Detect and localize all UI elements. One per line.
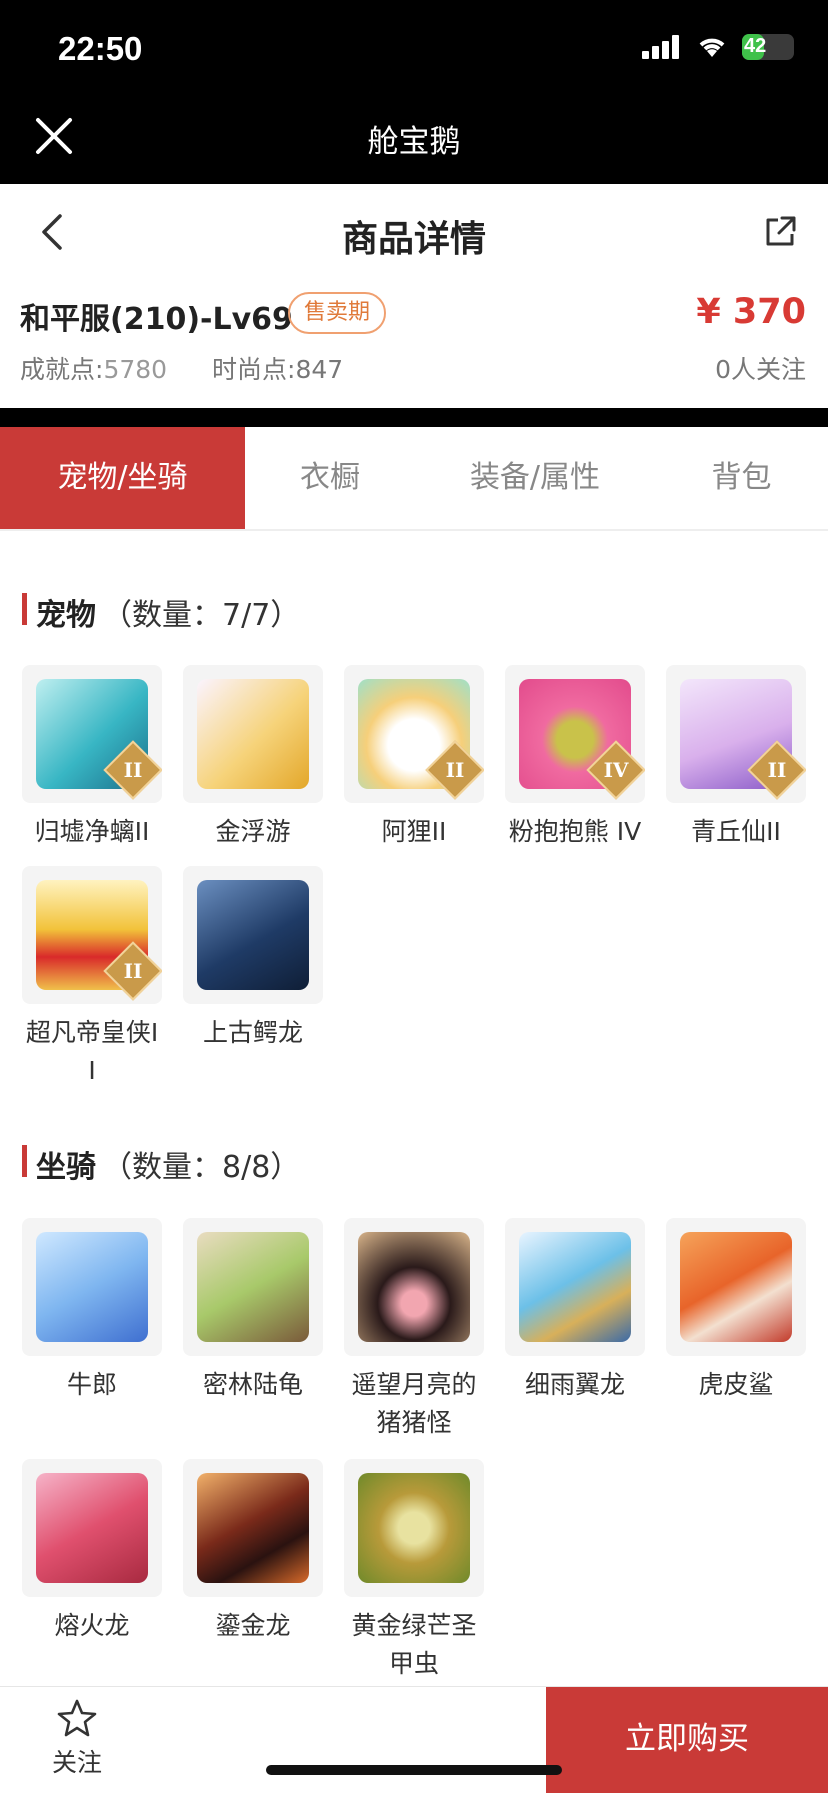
mount-item[interactable]: 遥望月亮的猪猪怪 [344,1218,484,1442]
battery-icon: 42 [742,34,794,60]
section-marker [22,1145,27,1177]
server-level: 和平服(210)-Lv69 [20,302,293,337]
pet-item[interactable]: II 超凡帝皇侠II [22,866,162,1090]
mount-thumbnail [344,1459,484,1597]
app-title: 舱宝鹅 [367,124,461,160]
mount-item[interactable]: 熔火龙 [22,1459,162,1645]
divider [0,408,828,427]
pet-thumbnail: II [344,665,484,803]
price: ¥ 370 [696,292,806,332]
mount-item[interactable]: 密林陆龟 [183,1218,323,1404]
pet-item[interactable]: 金浮游 [183,665,323,851]
mount-item[interactable]: 鎏金龙 [183,1459,323,1645]
tab-pets-mounts[interactable]: 宠物/坐骑 [0,427,245,529]
status-icons: 42 [642,34,794,60]
mount-name: 虎皮鲨 [698,1370,774,1399]
pet-item[interactable]: II 阿狸II [344,665,484,851]
fashion-value: 847 [295,355,344,384]
pet-thumbnail: II [22,665,162,803]
pet-thumbnail: II [666,665,806,803]
home-indicator [266,1765,562,1775]
pet-name: 金浮游 [215,817,291,846]
fashion-points: 时尚点:847 [212,350,343,386]
mount-item[interactable]: 细雨翼龙 [505,1218,645,1404]
status-badge: 售卖期 [288,292,387,334]
pet-item[interactable]: II 归墟净螭II [22,665,162,851]
mount-name: 鎏金龙 [215,1611,291,1640]
wifi-icon [699,38,725,57]
pet-item[interactable]: 上古鳄龙 [183,866,323,1052]
battery-level: 42 [744,35,767,57]
pet-item[interactable]: II 青丘仙II [666,665,806,851]
bottom-bar: 关注 立即购买 [0,1686,828,1793]
mount-thumbnail [344,1218,484,1356]
achievement-points: 成就点:5780 [20,350,167,386]
pet-name: 青丘仙II [691,817,781,846]
mount-item[interactable]: 黄金绿芒圣甲虫 [344,1459,484,1683]
follower-count: 0人关注 [715,355,806,384]
share-icon[interactable] [762,214,798,250]
mount-name: 遥望月亮的猪猪怪 [351,1370,477,1437]
tab-bar: 宠物/坐骑 衣橱 装备/属性 背包 [0,427,828,531]
tab-equipment[interactable]: 装备/属性 [415,427,655,529]
achievement-label: 成就点: [20,355,104,384]
pets-title: 宠物 [36,598,96,633]
mounts-count: （数量：8/8） [102,1150,301,1185]
pet-name: 阿狸II [381,817,447,846]
follow-button[interactable]: 关注 [40,1699,114,1779]
pet-name: 超凡帝皇侠II [25,1018,159,1085]
page-title: 商品详情 [341,219,486,260]
mount-thumbnail [183,1218,323,1356]
pet-thumbnail [183,665,323,803]
pet-item[interactable]: IV 粉抱抱熊 IV [505,665,645,851]
pet-thumbnail [183,866,323,1004]
pets-count: （数量：7/7） [102,598,301,633]
mount-item[interactable]: 虎皮鲨 [666,1218,806,1404]
mount-thumbnail [183,1459,323,1597]
achievement-value: 5780 [103,355,168,384]
pet-thumbnail: II [22,866,162,1004]
section-marker [22,593,27,625]
fashion-label: 时尚点: [212,355,296,384]
tab-wardrobe[interactable]: 衣橱 [245,427,415,529]
mount-name: 熔火龙 [54,1611,130,1640]
mount-name: 细雨翼龙 [524,1370,625,1399]
status-time: 22:50 [58,30,143,67]
app-bar: 舱宝鹅 [0,92,828,184]
follow-label: 关注 [51,1748,102,1777]
page-header: 商品详情 [0,184,828,278]
pet-name: 粉抱抱熊 IV [508,817,642,846]
pet-name: 归墟净螭II [34,817,150,846]
buy-now-button[interactable]: 立即购买 [546,1687,828,1793]
mount-name: 黄金绿芒圣甲虫 [351,1611,477,1678]
mounts-title: 坐骑 [36,1150,96,1185]
star-icon [57,1699,97,1737]
product-info: 和平服(210)-Lv69 售卖期 ¥ 370 成就点:5780 时尚点:847… [0,278,828,408]
signal-icon [642,35,679,59]
mount-thumbnail [22,1459,162,1597]
mount-name: 密林陆龟 [202,1370,303,1399]
mount-item[interactable]: 牛郎 [22,1218,162,1404]
mount-name: 牛郎 [66,1370,117,1399]
mount-thumbnail [666,1218,806,1356]
pet-thumbnail: IV [505,665,645,803]
status-bar: 22:50 42 [0,0,828,92]
mount-thumbnail [22,1218,162,1356]
tab-bag[interactable]: 背包 [655,427,828,529]
pet-name: 上古鳄龙 [202,1018,303,1047]
mount-thumbnail [505,1218,645,1356]
